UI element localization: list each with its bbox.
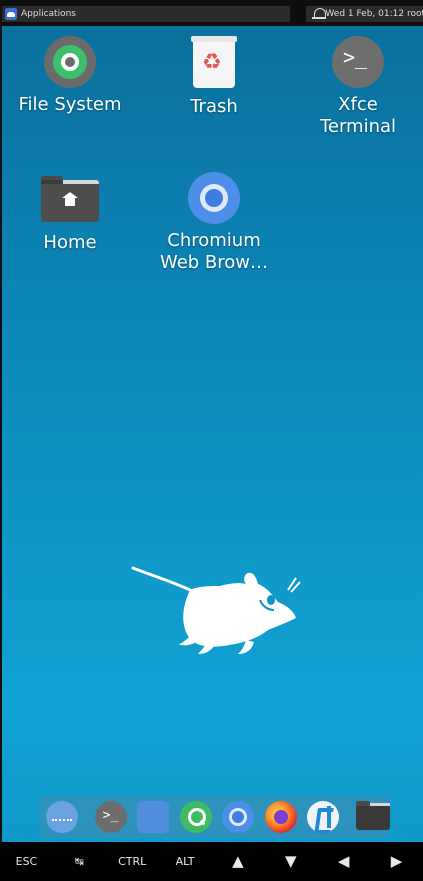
desktop-icon-file-system[interactable]: File System xyxy=(10,36,130,116)
vscode-icon[interactable] xyxy=(307,801,339,833)
key-down-arrow[interactable]: ▼ xyxy=(268,842,313,881)
key-esc[interactable]: ESC xyxy=(4,842,49,881)
chromium-icon[interactable] xyxy=(222,801,254,833)
desktop-icon-trash[interactable]: ♻ Trash xyxy=(154,36,274,118)
chromium-icon xyxy=(188,172,240,224)
desktop-icon-xfce-terminal[interactable]: >_ Xfce Terminal xyxy=(298,36,418,138)
trash-icon: ♻ xyxy=(191,36,237,90)
terminal-icon[interactable]: >_ xyxy=(94,801,127,833)
files-icon[interactable] xyxy=(137,801,169,833)
applications-menu-label: Applications xyxy=(21,9,76,19)
key-right-arrow[interactable]: ▶ xyxy=(374,842,419,881)
notification-bell-icon[interactable] xyxy=(312,7,327,21)
desktop-icon-label: Home xyxy=(43,232,97,253)
show-desktop-icon[interactable] xyxy=(46,801,78,833)
desktop-icon-label: File System xyxy=(18,94,122,115)
desktop-background: Applications Wed 1 Feb, 01:12 root File … xyxy=(0,0,423,881)
user-menu[interactable]: root xyxy=(407,9,423,19)
xfce-logo-icon xyxy=(5,8,17,20)
key-alt[interactable]: ALT xyxy=(163,842,208,881)
search-icon[interactable] xyxy=(179,801,212,833)
virtual-key-bar: ESC ↹ CTRL ALT ▲ ▼ ◀ ▶ xyxy=(0,842,423,881)
filesystem-icon xyxy=(44,36,96,88)
key-tab[interactable]: ↹ xyxy=(57,842,102,881)
folder-icon[interactable] xyxy=(355,801,390,830)
key-left-arrow[interactable]: ◀ xyxy=(321,842,366,881)
dock: >_ xyxy=(40,796,390,838)
firefox-icon[interactable] xyxy=(264,801,297,833)
key-ctrl[interactable]: CTRL xyxy=(110,842,155,881)
desktop-icon-chromium[interactable]: Chromium Web Brow… xyxy=(154,172,274,274)
applications-menu-button[interactable]: Applications xyxy=(2,6,290,22)
top-panel: Applications Wed 1 Feb, 01:12 root xyxy=(2,0,423,26)
desktop-icon-home[interactable]: Home xyxy=(10,176,130,254)
panel-status-area: Wed 1 Feb, 01:12 root xyxy=(306,6,423,22)
key-up-arrow[interactable]: ▲ xyxy=(215,842,260,881)
terminal-icon: >_ xyxy=(332,36,384,88)
home-folder-icon xyxy=(41,176,99,222)
desktop-icon-label: Trash xyxy=(190,96,238,117)
clock[interactable]: Wed 1 Feb, 01:12 xyxy=(325,9,404,19)
xfce-mouse-logo xyxy=(131,566,301,654)
desktop-icon-label: Xfce Terminal xyxy=(319,94,397,137)
desktop-icon-label: Chromium Web Brow… xyxy=(159,230,269,273)
terminal-prompt-glyph: >_ xyxy=(102,808,119,823)
